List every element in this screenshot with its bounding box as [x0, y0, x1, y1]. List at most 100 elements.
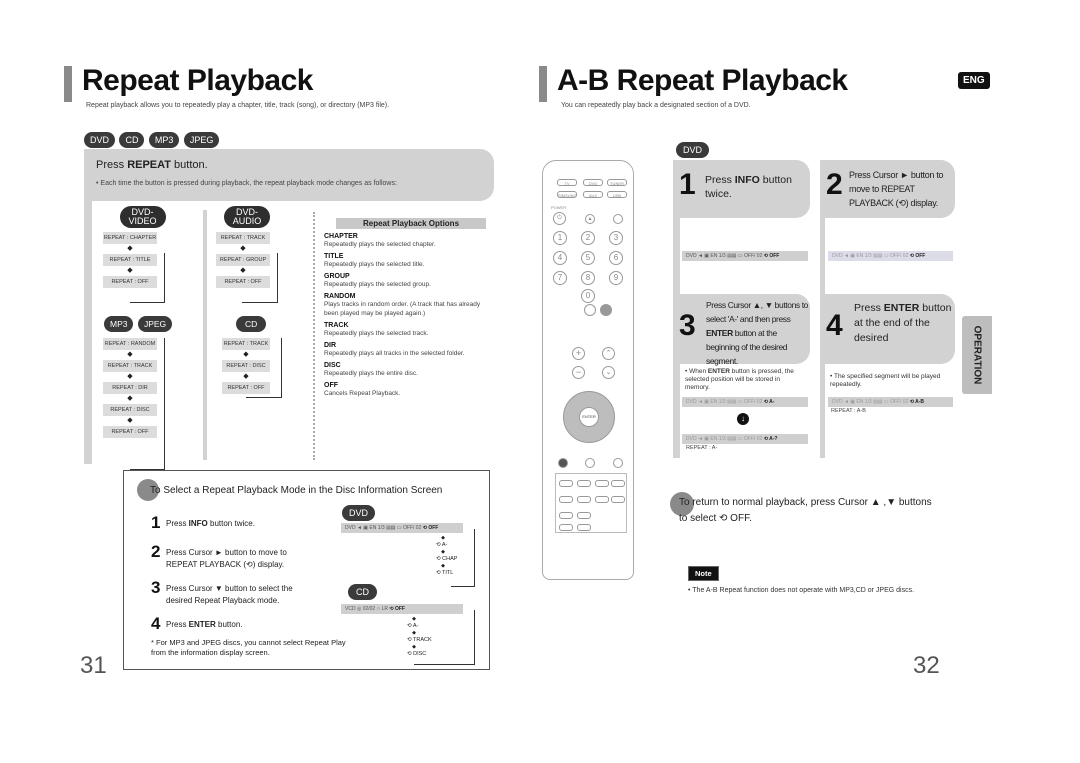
option-description: Repeatedly plays all tracks in the selec…: [324, 350, 465, 357]
step-number: 2: [826, 168, 843, 201]
step-number: 4: [826, 309, 843, 342]
loop-arrow: [246, 338, 282, 398]
option-description: Repeatedly plays the selected chapter.: [324, 241, 436, 248]
badge-mp3: MP3: [148, 132, 180, 148]
title-accent-bar: [539, 66, 547, 102]
dpad[interactable]: ENTER: [563, 391, 615, 443]
press-repeat-bullet: • Each time the button is pressed during…: [96, 180, 397, 187]
bullet-text: Each time the button is pressed during p…: [100, 180, 397, 187]
page-subtitle-left: Repeat playback allows you to repeatedly…: [86, 102, 390, 109]
step-number: 3: [679, 309, 696, 342]
remote-func-btn[interactable]: [611, 480, 625, 487]
numpad-button-6[interactable]: 6: [609, 251, 623, 265]
disc-badges: DVD CD MP3 JPEG: [84, 130, 220, 148]
numpad-button-3[interactable]: 3: [609, 231, 623, 245]
text-pre: Press: [166, 620, 189, 629]
page-subtitle-right: You can repeatedly play back a designate…: [561, 102, 751, 109]
step-text: Press Cursor ► button to move to REPEAT …: [849, 170, 944, 208]
grey-divider: [203, 210, 207, 460]
remote-function-panel: [555, 473, 627, 533]
osd-bar: DVD ◄ ▣ EN 1/3 ▤▤ ▭ OFF/ 02 ⟲ A-?: [682, 434, 808, 444]
info-step-2: 2 Press Cursor ► button to move to REPEA…: [151, 542, 346, 578]
remote-btn-aux[interactable]: AUX: [583, 191, 603, 198]
side-tab-label: OPERATION: [971, 325, 983, 385]
ab-step-2: 2 Press Cursor ► button to move to REPEA…: [820, 160, 955, 218]
option-name: RANDOM: [324, 293, 356, 300]
option-description: Cancels Repeat Playback.: [324, 390, 401, 397]
options-title: Repeat Playback Options: [336, 218, 486, 229]
page-title-right: A-B Repeat Playback: [557, 64, 848, 97]
enter-button[interactable]: ENTER: [579, 407, 599, 427]
info-footnote: * For MP3 and JPEG discs, you cannot sel…: [151, 638, 346, 657]
step-button[interactable]: [584, 304, 596, 316]
osd-cd-badge: CD: [348, 584, 377, 600]
step-text: Press INFO button twice.: [166, 518, 255, 530]
return-note: To return to normal playback, press Curs…: [679, 497, 932, 524]
mp3-jpeg-labels: MP3 JPEG: [104, 314, 185, 332]
remote-func-btn[interactable]: [559, 512, 573, 519]
numpad-button-0[interactable]: 0: [581, 289, 595, 303]
remote-func-btn[interactable]: [577, 512, 591, 519]
sound-button[interactable]: [613, 458, 623, 468]
numpad-button-4[interactable]: 4: [553, 251, 567, 265]
badge-jpeg: JPEG: [183, 132, 220, 148]
tuning-down-button[interactable]: ⌄: [602, 366, 615, 379]
ab-step-1: 1 Press INFO button twice.: [673, 160, 810, 218]
remote-func-btn[interactable]: [595, 496, 609, 503]
lang-badge: ENG: [958, 72, 990, 89]
power-label: POWER: [551, 205, 567, 210]
remote-control: TV DVD TUNER SIMSUNG AUX USB POWER ⏻ ▲ 1…: [542, 160, 634, 580]
arrow-down-circle-icon: ↓: [737, 413, 749, 425]
osd-text: DVD ◄ ▣ EN 1/3 ▤▤ ▭ OFF/ 02: [345, 525, 422, 531]
tv-video-button[interactable]: [613, 214, 623, 224]
step-number: 3: [151, 578, 161, 597]
numpad-button-5[interactable]: 5: [581, 251, 595, 265]
menu2-button[interactable]: [585, 458, 595, 468]
repeat-button[interactable]: [600, 304, 612, 316]
step-number: 4: [151, 614, 161, 633]
numpad-button-9[interactable]: 9: [609, 271, 623, 285]
osd-repeat-value: ⟲ OFF: [763, 253, 780, 259]
note-label: Note: [688, 566, 719, 581]
volume-down-button[interactable]: −: [572, 366, 585, 379]
remote-btn-tv[interactable]: TV: [557, 179, 577, 186]
info-button[interactable]: [558, 458, 568, 468]
step-number: 2: [151, 542, 161, 561]
remote-btn-tuner[interactable]: TUNER: [607, 179, 627, 186]
osd-bar: DVD ◄ ▣ EN 1/3 ▤▤ ▭ OFF/ 02 ⟲ OFF: [682, 251, 808, 261]
remote-btn-usb[interactable]: USB: [607, 191, 627, 198]
info-step-1: 1 Press INFO button twice.: [151, 513, 346, 539]
info-steps: 1 Press INFO button twice. 2 Press Curso…: [151, 513, 346, 658]
grey-left-rail: [84, 201, 92, 464]
remote-btn-source[interactable]: SIMSUNG: [557, 191, 577, 198]
remote-func-btn[interactable]: [559, 524, 573, 531]
repeat-options: Repeat Playback Options CHAPTER Repeatedl…: [324, 218, 494, 398]
osd-text: VCD ◎ 02/02 ∩ LR: [345, 606, 388, 612]
osd-bar: DVD ◄ ▣ EN 1/3 ▤▤ ▭ OFF/ 02 ⟲ OFF: [828, 251, 953, 261]
osd-caption: REPEAT : A-: [686, 445, 718, 451]
remote-func-btn[interactable]: [611, 496, 625, 503]
remote-btn-dvd[interactable]: DVD: [583, 179, 603, 186]
numpad-button-2[interactable]: 2: [581, 231, 595, 245]
remote-func-btn[interactable]: [577, 496, 591, 503]
remote-func-btn[interactable]: [577, 480, 591, 487]
tuning-up-button[interactable]: ⌃: [602, 347, 615, 360]
info-step-3: 3 Press Cursor ▼ button to select the de…: [151, 578, 346, 614]
loop-arrow: [242, 253, 278, 303]
text-pre: Press: [705, 174, 735, 186]
options-list: CHAPTER Repeatedly plays the selected cha…: [324, 233, 494, 398]
numpad-button-1[interactable]: 1: [553, 231, 567, 245]
remote-func-btn[interactable]: [577, 524, 591, 531]
volume-up-button[interactable]: +: [572, 347, 585, 360]
numpad-button-7[interactable]: 7: [553, 271, 567, 285]
badge-dvd: DVD: [676, 142, 710, 158]
open-close-button[interactable]: ▲: [585, 214, 595, 224]
remote-func-btn[interactable]: [595, 480, 609, 487]
power-button[interactable]: ⏻: [553, 212, 566, 225]
numpad-button-8[interactable]: 8: [581, 271, 595, 285]
label-line2: VIDEO: [128, 216, 157, 226]
bullet-pre: When: [689, 368, 708, 375]
osd-text: DVD ◄ ▣ EN 1/3 ▤▤ ▭ OFF/ 02: [832, 399, 909, 405]
remote-func-btn[interactable]: [559, 496, 573, 503]
remote-func-btn[interactable]: [559, 480, 573, 487]
